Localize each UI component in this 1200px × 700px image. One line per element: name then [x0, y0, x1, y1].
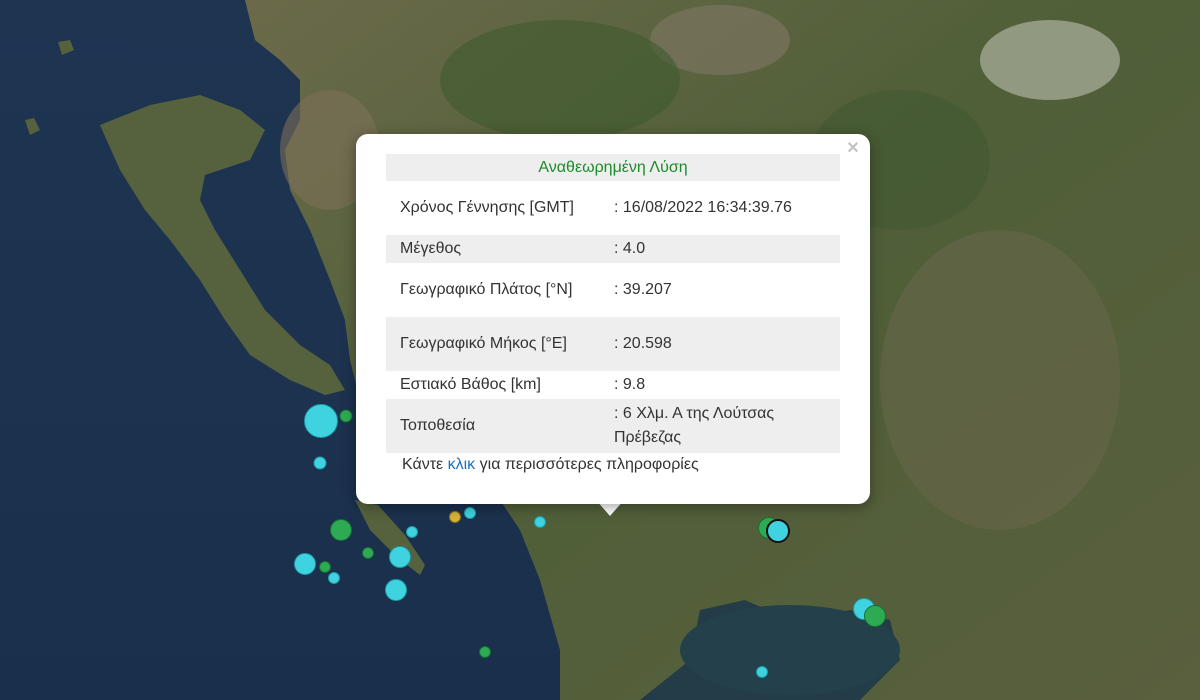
more-info-prefix: Κάντε	[402, 456, 448, 473]
magnitude-value: : 4.0	[600, 235, 840, 263]
longitude-value: : 20.598	[600, 317, 840, 371]
more-info-suffix: για περισσότερες πληροφορίες	[475, 456, 699, 473]
table-row-magnitude: Μέγεθος : 4.0	[386, 235, 840, 263]
table-header-row: Αναθεωρημένη Λύση	[386, 154, 840, 181]
table-row-latitude: Γεωγραφικό Πλάτος [°N] : 39.207	[386, 263, 840, 317]
earthquake-marker[interactable]	[389, 546, 411, 568]
earthquake-marker[interactable]	[319, 561, 331, 573]
origin-time-label: Χρόνος Γέννησης [GMT]	[400, 199, 574, 216]
mountain-shade	[880, 230, 1120, 530]
earthquake-marker-selected[interactable]	[766, 519, 790, 543]
earthquake-details-table: Αναθεωρημένη Λύση Χρόνος Γέννησης [GMT] …	[386, 154, 840, 453]
earthquake-marker[interactable]	[449, 511, 461, 523]
table-row-depth: Εστιακό Βάθος [km] : 9.8	[386, 371, 840, 399]
table-row-location: Τοποθεσία : 6 Χλμ. Α της Λούτσας Πρέβεζα…	[386, 399, 840, 453]
earthquake-marker[interactable]	[406, 526, 418, 538]
location-value: : 6 Χλμ. Α της Λούτσας Πρέβεζας	[600, 399, 840, 453]
origin-time-value: : 16/08/2022 16:34:39.76	[614, 199, 792, 216]
earthquake-marker[interactable]	[313, 456, 327, 470]
earthquake-marker[interactable]	[330, 519, 352, 541]
longitude-label: Γεωγραφικό Μήκος [°E]	[386, 317, 600, 371]
earthquake-marker[interactable]	[385, 579, 407, 601]
earthquake-marker[interactable]	[294, 553, 316, 575]
earthquake-marker[interactable]	[339, 409, 353, 423]
forest-patch	[440, 20, 680, 140]
table-row-origin-time: Χρόνος Γέννησης [GMT] : 16/08/2022 16:34…	[386, 181, 840, 235]
depth-label: Εστιακό Βάθος [km]	[400, 376, 541, 393]
islet	[25, 118, 40, 135]
magnitude-label: Μέγεθος	[386, 235, 600, 263]
earthquake-marker[interactable]	[864, 605, 886, 627]
depth-value: : 9.8	[614, 376, 646, 393]
earthquake-marker[interactable]	[534, 516, 546, 528]
earthquake-marker[interactable]	[464, 507, 476, 519]
latitude-label: Γεωγραφικό Πλάτος [°N]	[400, 281, 573, 298]
earthquake-marker[interactable]	[304, 404, 338, 438]
earthquake-marker[interactable]	[328, 572, 340, 584]
earthquake-marker[interactable]	[479, 646, 491, 658]
earthquake-info-popup: × Αναθεωρημένη Λύση Χρόνος Γέννησης [GMT…	[356, 134, 870, 504]
location-label: Τοποθεσία	[386, 399, 600, 453]
earthquake-marker[interactable]	[362, 547, 374, 559]
earthquake-marker[interactable]	[756, 666, 768, 678]
islet	[58, 40, 74, 55]
solution-status-header: Αναθεωρημένη Λύση	[386, 154, 840, 181]
snow-peaks	[980, 20, 1120, 100]
paxoi-island	[355, 500, 425, 575]
table-row-longitude: Γεωγραφικό Μήκος [°E] : 20.598	[386, 317, 840, 371]
latitude-value: : 39.207	[614, 281, 672, 298]
close-icon[interactable]: ×	[844, 138, 862, 158]
more-info-line: Κάντε κλικ για περισσότερες πληροφορίες	[402, 456, 699, 474]
more-info-link[interactable]: κλικ	[448, 456, 476, 473]
